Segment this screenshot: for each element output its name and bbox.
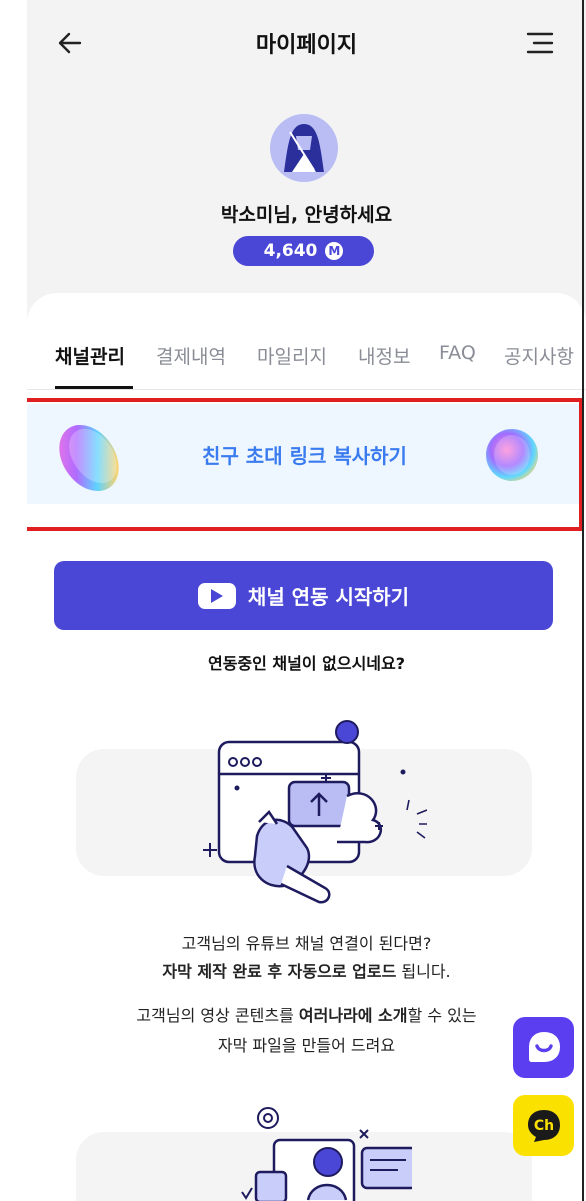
chat-bubble-icon [528,1031,560,1062]
connect-channel-button[interactable]: 채널 연동 시작하기 [54,561,553,630]
empty-channel-message: 연동중인 채널이 없으시네요? [207,654,406,673]
tab-mileage[interactable]: 마일리지 [257,342,327,369]
left-edge [0,0,27,1201]
tab-faq[interactable]: FAQ [439,342,476,364]
creator-illustration [241,1107,412,1201]
top-bar: 마이페이지 [27,0,586,86]
menu-button[interactable] [523,26,557,60]
tab-my-info[interactable]: 내정보 [358,342,410,369]
my-page: 마이페이지 박소미님, 안녕하세요 4,640 M 채널관리 결제내역 마일리지 [27,0,586,1201]
youtube-icon [197,582,236,609]
description-line-1: 고객님의 유튜브 채널 연결이 된다면? [181,934,432,953]
description-line-3-a: 고객님의 영상 콘텐츠를 [136,1006,299,1025]
mileage-icon: M [325,242,344,260]
description-block-2: 고객님의 영상 콘텐츠를 여러나라에 소개할 수 있는 자막 파일을 만들어 드… [27,1001,586,1061]
description-block-1: 고객님의 유튜브 채널 연결이 된다면? 자막 제작 완료 후 자동으로 업로드… [27,930,586,986]
tab-notices[interactable]: 공지사항 [504,342,574,369]
chat-support-button[interactable] [513,1017,574,1078]
tab-channel[interactable]: 채널관리 [55,342,125,369]
upload-illustration [203,720,427,904]
tab-payments[interactable]: 결제내역 [156,342,226,369]
points-badge[interactable]: 4,640 M [233,236,374,266]
kakao-channel-icon: Ch [527,1109,560,1142]
kakao-channel-button[interactable]: Ch [513,1095,574,1156]
connect-channel-label: 채널 연동 시작하기 [247,585,410,609]
tab-indicator [55,386,133,389]
greeting-text: 박소미님, 안녕하세요 [220,204,393,226]
description-line-4: 자막 파일을 만들어 드려요 [217,1036,396,1055]
right-edge [582,0,584,1201]
points-value: 4,640 [263,241,318,261]
description-line-3: 고객님의 영상 콘텐츠를 여러나라에 소개할 수 있는 [27,1001,586,1031]
kakao-label: Ch [533,1118,553,1134]
highlight-box [27,398,583,531]
tab-bar: 채널관리 결제내역 마일리지 내정보 FAQ 공지사항 [27,330,586,390]
page-title: 마이페이지 [255,33,358,58]
description-line-2: 자막 제작 완료 후 자동으로 업로드 됩니다. [27,958,586,986]
hamburger-menu-icon [526,32,554,54]
description-line-3-b: 할 수 있는 [407,1006,477,1025]
avatar [270,114,338,182]
description-line-3-bold: 여러나라에 소개 [298,1006,408,1025]
description-line-2-rest: 됩니다. [396,962,451,981]
description-line-2-bold: 자막 제작 완료 후 자동으로 업로드 [162,962,397,981]
profile-hero: 마이페이지 박소미님, 안녕하세요 4,640 M [27,0,586,330]
